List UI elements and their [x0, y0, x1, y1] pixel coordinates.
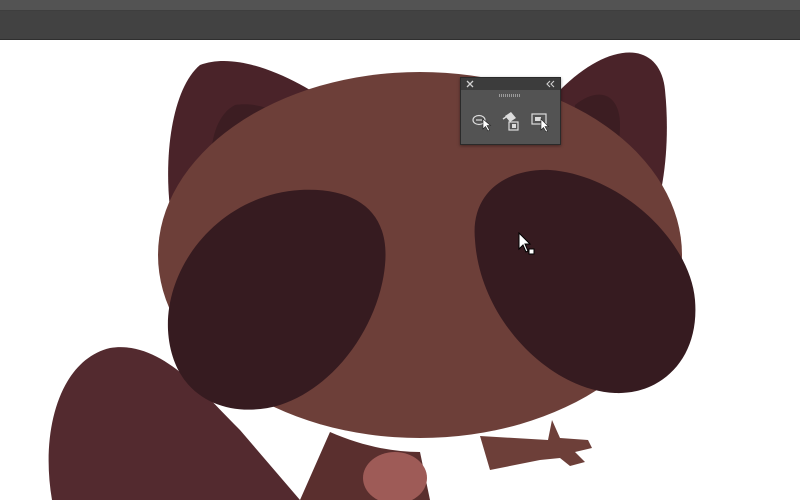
control-bar: [0, 11, 800, 40]
double-chevron-left-icon[interactable]: [545, 78, 555, 90]
floating-tool-panel[interactable]: [460, 77, 561, 145]
live-paint-bucket-icon[interactable]: [500, 110, 522, 132]
panel-header[interactable]: [461, 78, 560, 90]
raccoon-artwork[interactable]: [0, 40, 800, 500]
panel-grip-handle[interactable]: [499, 94, 521, 97]
close-icon[interactable]: [465, 78, 475, 90]
panel-tools-row: [461, 110, 560, 132]
artboard-canvas[interactable]: [0, 40, 800, 500]
arrow-pointer-with-square-icon: [518, 232, 535, 255]
live-paint-selection-icon[interactable]: [529, 110, 551, 132]
menu-bar: [0, 0, 800, 11]
shape-builder-icon[interactable]: [471, 110, 493, 132]
